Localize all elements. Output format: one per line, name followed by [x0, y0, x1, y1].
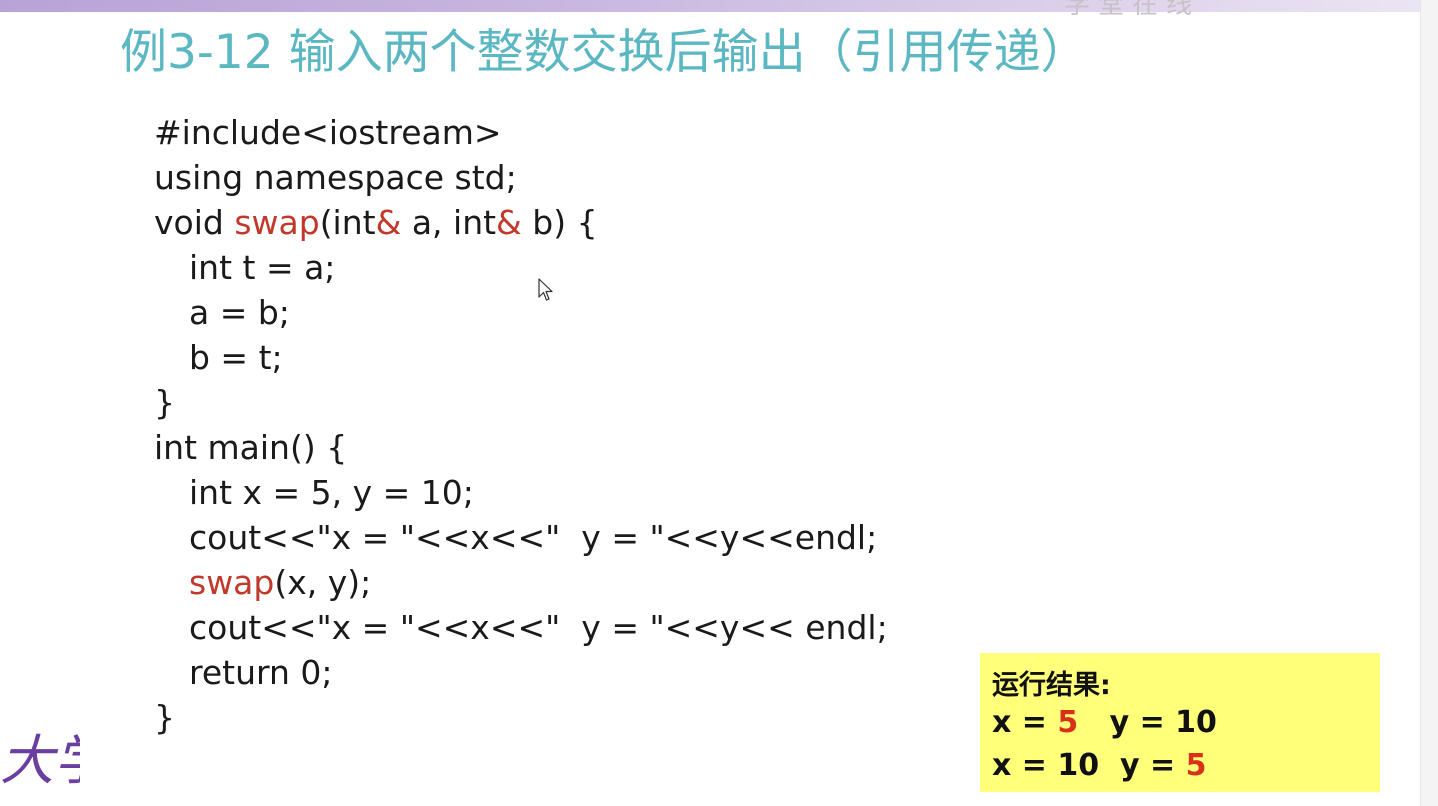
code-line-2: using namespace std; [154, 158, 517, 197]
code-line-3: void swap(int& a, int& b) { [154, 200, 954, 245]
reference-ampersand: & [496, 203, 522, 242]
result-value-highlight: 5 [1185, 748, 1207, 783]
university-calligraphy-logo: 大学 [0, 729, 80, 792]
code-line-8: int main() { [154, 428, 348, 467]
code-line-6: b = t; [189, 338, 283, 377]
mouse-pointer-icon [538, 278, 553, 301]
result-token: y = 10 [1078, 705, 1217, 740]
code-line-13: return 0; [189, 653, 333, 692]
swap-function-name: swap [234, 203, 320, 242]
code-token: b) { [521, 203, 598, 242]
result-row-2: x = 10 y = 5 [992, 748, 1206, 783]
slide-title: 例3-12 输入两个整数交换后输出（引用传递） [120, 25, 1088, 80]
code-line-1: #include<iostream> [154, 113, 502, 152]
result-value-highlight: 5 [1057, 705, 1079, 740]
result-row-1: x = 5 y = 10 [992, 705, 1217, 740]
code-token: void [154, 203, 235, 242]
code-line-4: int t = a; [189, 248, 336, 287]
run-result-box: 运行结果: x = 5 y = 10 x = 10 y = 5 [980, 653, 1380, 792]
code-line-10: cout<<"x = "<<x<<" y = "<<y<<endl; [189, 518, 878, 557]
right-edge-strip [1420, 0, 1438, 806]
result-token: x = 10 y = [992, 748, 1186, 783]
result-title: 运行结果: [992, 670, 1111, 701]
code-block: #include<iostream> using namespace std; … [154, 110, 954, 740]
code-token: (x, y); [274, 563, 372, 602]
code-line-9: int x = 5, y = 10; [189, 473, 474, 512]
reference-ampersand: & [375, 203, 402, 242]
code-line-7: } [154, 383, 175, 422]
code-line-12: cout<<"x = "<<x<<" y = "<<y<< endl; [189, 608, 888, 647]
code-token: (int [319, 203, 376, 242]
code-token: a, int [401, 203, 497, 242]
result-token: x = [992, 705, 1058, 740]
code-line-14: } [154, 698, 175, 737]
logo-watermark: 学堂在线 [1064, 0, 1201, 16]
code-line-11: swap(x, y); [154, 560, 954, 605]
code-line-5: a = b; [189, 293, 290, 332]
swap-call-name: swap [189, 563, 275, 602]
